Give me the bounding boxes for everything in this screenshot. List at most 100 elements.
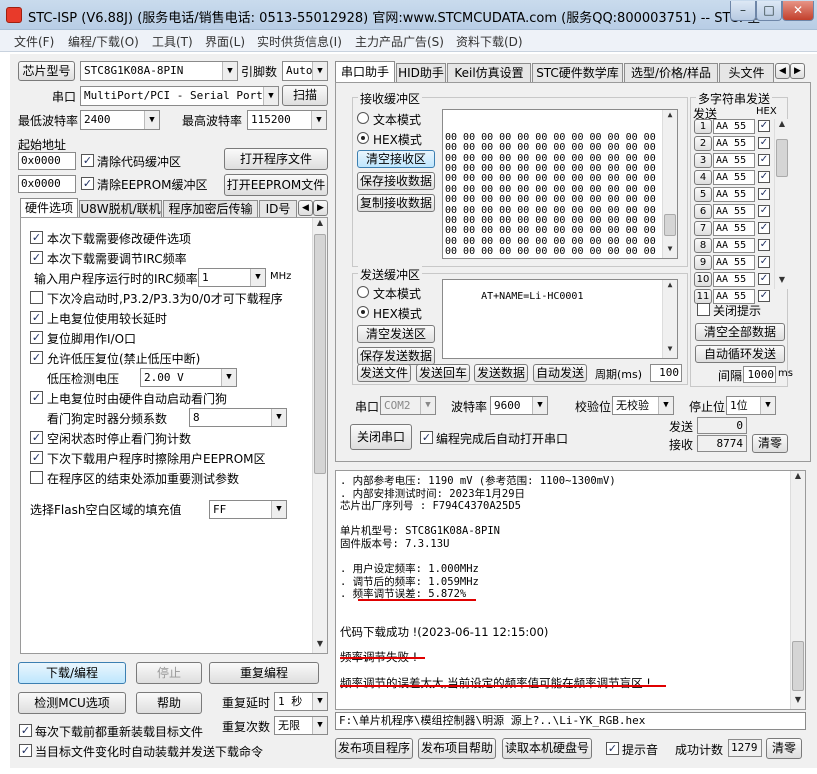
- close-serial-button[interactable]: 关闭串口: [350, 424, 412, 450]
- close-tip-checkbox[interactable]: [697, 303, 710, 316]
- eeprom-address-input[interactable]: 0x0000: [18, 175, 76, 193]
- right-tab-scroll-left[interactable]: ◀: [775, 63, 790, 79]
- pins-select[interactable]: Auto ▼: [282, 61, 328, 81]
- watchdog-select[interactable]: 8 ▼: [189, 408, 287, 427]
- tab-scroll-right[interactable]: ▶: [313, 200, 328, 216]
- multi-send-input[interactable]: AA 55: [713, 255, 755, 270]
- send-scrollbar[interactable]: ▲ ▼: [662, 280, 677, 358]
- auto-open-checkbox[interactable]: ✓: [420, 431, 433, 444]
- multi-send-input[interactable]: AA 55: [713, 153, 755, 168]
- copy-receive-button[interactable]: 复制接收数据: [357, 194, 435, 212]
- baud-select[interactable]: 9600 ▼: [490, 396, 548, 415]
- read-disk-button[interactable]: 读取本机硬盘号: [502, 738, 592, 759]
- reload-checkbox[interactable]: ✓: [19, 724, 32, 737]
- recv-scroll-thumb[interactable]: [664, 214, 676, 236]
- scan-button[interactable]: 扫描: [282, 85, 328, 106]
- menu-supply[interactable]: 实时供货信息(I): [257, 33, 342, 50]
- max-baud-select[interactable]: 115200 ▼: [247, 110, 327, 130]
- option-checkbox-2[interactable]: [30, 291, 43, 304]
- clear-send-button[interactable]: 清空发送区: [357, 325, 435, 343]
- sound-checkbox[interactable]: ✓: [606, 742, 619, 755]
- chip-model-button[interactable]: 芯片型号: [18, 61, 75, 81]
- open-eeprom-button[interactable]: 打开EEPROM文件: [224, 174, 328, 196]
- save-send-button[interactable]: 保存发送数据: [357, 347, 435, 365]
- multi-hex-checkbox[interactable]: ✓: [758, 154, 770, 166]
- multi-scrollbar[interactable]: ▲ ▼: [774, 119, 788, 289]
- multi-send-input[interactable]: AA 55: [713, 119, 755, 134]
- multi-send-button-9[interactable]: 9: [694, 255, 712, 270]
- stop-button[interactable]: 停止: [136, 662, 202, 684]
- multi-scroll-thumb[interactable]: [776, 139, 788, 177]
- multi-send-input[interactable]: AA 55: [713, 170, 755, 185]
- option-checkbox-1[interactable]: ✓: [30, 251, 43, 264]
- tab-scroll-left[interactable]: ◀: [298, 200, 313, 216]
- multi-hex-checkbox[interactable]: ✓: [758, 239, 770, 251]
- option-checkbox-0[interactable]: ✓: [30, 231, 43, 244]
- multi-send-button-4[interactable]: 4: [694, 170, 712, 185]
- open-program-button[interactable]: 打开程序文件: [224, 148, 328, 170]
- tab-header[interactable]: 头文件: [719, 63, 774, 82]
- option-checkbox-5[interactable]: ✓: [30, 351, 43, 364]
- receive-area[interactable]: 00 00 00 00 00 00 00 00 00 00 00 00 00 0…: [442, 109, 678, 259]
- multi-hex-checkbox[interactable]: ✓: [758, 171, 770, 183]
- send-area[interactable]: AT+NAME=Li-HC0001 ▲ ▼: [442, 279, 678, 359]
- option-checkbox-4[interactable]: ✓: [30, 331, 43, 344]
- log-scroll-thumb[interactable]: [792, 641, 804, 691]
- multi-hex-checkbox[interactable]: ✓: [758, 273, 770, 285]
- menu-interface[interactable]: 界面(L): [205, 33, 245, 50]
- recv-text-radio[interactable]: [357, 112, 369, 124]
- tab-keil[interactable]: Keil仿真设置: [447, 63, 531, 82]
- tab-hardware[interactable]: 硬件选项: [20, 198, 78, 217]
- auto-send-checkbox[interactable]: ✓: [19, 744, 32, 757]
- clear-receive-button[interactable]: 清空接收区: [357, 150, 435, 168]
- option-checkbox-9[interactable]: [30, 471, 43, 484]
- send-hex-radio[interactable]: [357, 306, 369, 318]
- clear-eeprom-checkbox[interactable]: ✓: [81, 177, 94, 190]
- multi-hex-checkbox[interactable]: ✓: [758, 188, 770, 200]
- send-scroll-down-icon[interactable]: ▼: [663, 344, 677, 358]
- repeat-program-button[interactable]: 重复编程: [209, 662, 319, 684]
- multi-send-input[interactable]: AA 55: [713, 204, 755, 219]
- menu-downloads[interactable]: 资料下载(D): [456, 33, 523, 50]
- auto-send-button[interactable]: 自动发送: [533, 364, 587, 382]
- multi-send-input[interactable]: AA 55: [713, 221, 755, 236]
- menu-program[interactable]: 编程/下载(O): [68, 33, 139, 50]
- log-scroll-down-icon[interactable]: ▼: [791, 695, 805, 709]
- multi-hex-checkbox[interactable]: ✓: [758, 256, 770, 268]
- publish-help-button[interactable]: 发布项目帮助: [418, 738, 496, 759]
- multi-send-button-3[interactable]: 3: [694, 153, 712, 168]
- multi-hex-checkbox[interactable]: ✓: [758, 120, 770, 132]
- stop-bits-select[interactable]: 1位 ▼: [726, 396, 776, 415]
- scroll-thumb[interactable]: [314, 234, 326, 474]
- recv-scroll-down-icon[interactable]: ▼: [663, 244, 677, 258]
- maximize-button[interactable]: □: [756, 1, 782, 21]
- detect-mcu-button[interactable]: 检测MCU选项: [18, 692, 126, 714]
- save-receive-button[interactable]: 保存接收数据: [357, 172, 435, 190]
- period-input[interactable]: 100: [650, 364, 682, 382]
- right-tab-scroll-right[interactable]: ▶: [790, 63, 805, 79]
- multi-send-input[interactable]: AA 55: [713, 272, 755, 287]
- recv-scroll-up-icon[interactable]: ▲: [663, 110, 677, 124]
- send-scroll-up-icon[interactable]: ▲: [663, 280, 677, 294]
- auto-loop-button[interactable]: 自动循环发送: [695, 345, 785, 363]
- multi-send-button-10[interactable]: 10: [694, 272, 712, 287]
- multi-send-input[interactable]: AA 55: [713, 238, 755, 253]
- minimize-button[interactable]: –: [730, 1, 756, 21]
- multi-send-button-1[interactable]: 1: [694, 119, 712, 134]
- menu-tools[interactable]: 工具(T): [152, 33, 193, 50]
- tab-math[interactable]: STC硬件数学库: [532, 63, 623, 82]
- multi-send-button-7[interactable]: 7: [694, 221, 712, 236]
- close-button[interactable]: ✕: [782, 1, 814, 21]
- multi-send-input[interactable]: AA 55: [713, 187, 755, 202]
- send-data-button[interactable]: 发送数据: [474, 364, 528, 382]
- send-text-radio[interactable]: [357, 286, 369, 298]
- log-scrollbar[interactable]: ▲ ▼: [790, 471, 805, 709]
- recv-hex-radio[interactable]: [357, 132, 369, 144]
- multi-send-button-6[interactable]: 6: [694, 204, 712, 219]
- option-checkbox-7[interactable]: ✓: [30, 431, 43, 444]
- interval-input[interactable]: 1000: [743, 366, 776, 383]
- scroll-down-icon[interactable]: ▼: [313, 639, 327, 653]
- min-baud-select[interactable]: 2400 ▼: [80, 110, 160, 130]
- option-checkbox-6[interactable]: ✓: [30, 391, 43, 404]
- help-button[interactable]: 帮助: [136, 692, 202, 714]
